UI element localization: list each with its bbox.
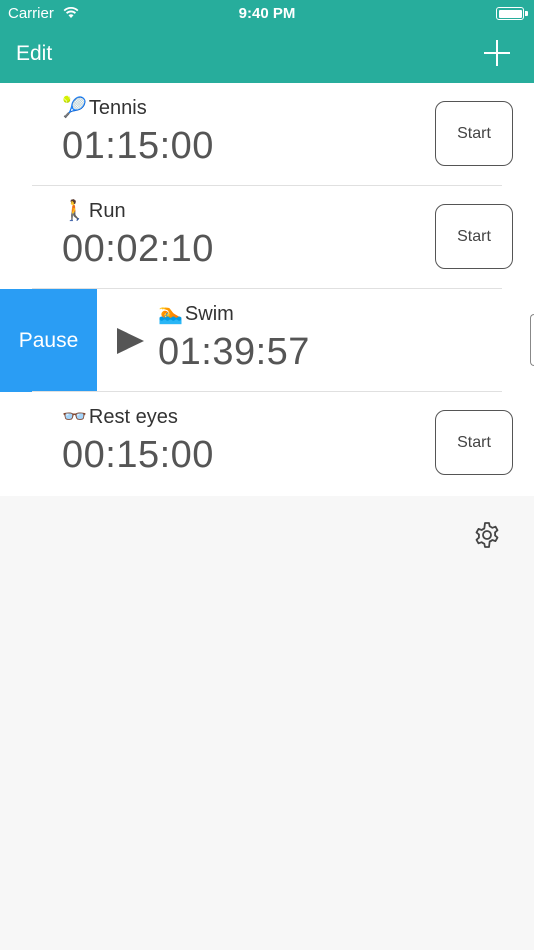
status-bar: Carrier 9:40 PM	[0, 0, 534, 28]
timer-row-swim[interactable]: Pause 🏊 Swim 01:39:57	[0, 289, 534, 392]
tennis-ball-icon: 🎾	[62, 95, 87, 119]
timer-name-label: Tennis	[88, 97, 147, 119]
app-header: Carrier 9:40 PM Edit	[0, 0, 534, 83]
timer-title: 🚶 Run	[62, 198, 126, 223]
start-button[interactable]: Start	[435, 204, 513, 269]
timer-row-tennis[interactable]: 🎾 Tennis 01:15:00 Start	[0, 83, 534, 186]
plus-icon[interactable]	[484, 40, 510, 66]
start-button[interactable]: Start	[435, 101, 513, 166]
timer-time: 00:15:00	[62, 434, 214, 476]
pause-button[interactable]: Pause	[0, 289, 97, 392]
edit-button[interactable]: Edit	[16, 42, 52, 66]
timer-title: 👓 Rest eyes	[62, 404, 178, 429]
timer-list: 🎾 Tennis 01:15:00 Start 🚶 Run 00:02:10 Sta…	[0, 83, 534, 496]
walking-person-icon: 🚶	[62, 198, 87, 222]
swimmer-icon: 🏊	[158, 301, 183, 325]
gear-icon[interactable]	[472, 520, 502, 550]
timer-title: 🎾 Tennis	[62, 95, 147, 120]
timer-time: 00:02:10	[62, 228, 214, 270]
timer-name-label: Swim	[184, 303, 234, 325]
glasses-icon: 👓	[62, 404, 87, 428]
play-icon[interactable]	[117, 328, 144, 354]
battery-icon	[496, 7, 528, 20]
timer-name-label: Run	[88, 200, 126, 222]
timer-name-label: Rest eyes	[88, 406, 178, 428]
status-time: 9:40 PM	[238, 5, 296, 22]
timer-title: 🏊 Swim	[158, 301, 234, 326]
timer-row-rest-eyes[interactable]: 👓 Rest eyes 00:15:00 Start	[0, 392, 534, 495]
timer-time: 01:39:57	[158, 331, 310, 373]
timer-row-run[interactable]: 🚶 Run 00:02:10 Start	[0, 186, 534, 289]
timer-time: 01:15:00	[62, 125, 214, 167]
start-button[interactable]: Start	[435, 410, 513, 475]
swipe-handle[interactable]	[530, 314, 534, 366]
